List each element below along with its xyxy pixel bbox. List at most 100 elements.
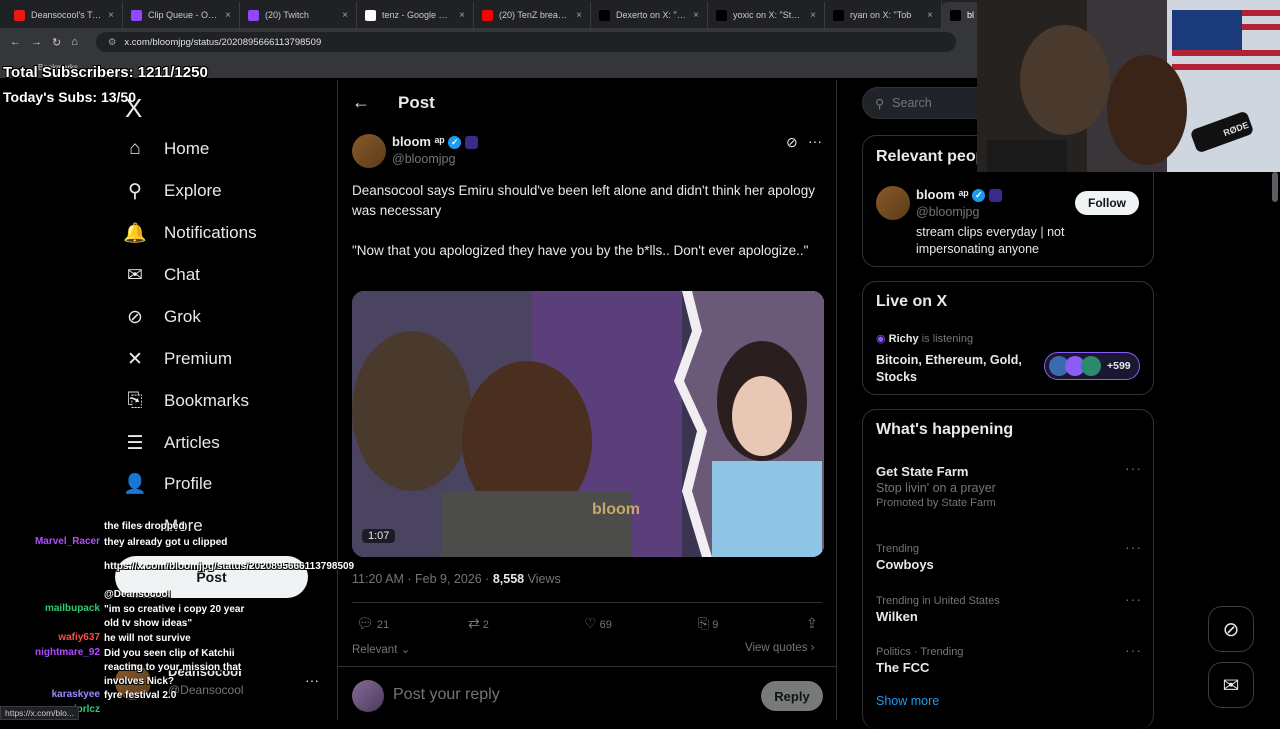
like-action[interactable]: ♡ 69 <box>584 615 612 632</box>
browser-tab[interactable]: yoxic on X: "StableR × <box>708 2 825 28</box>
action-bar: 💬︎ 21 ⇄ 2 ♡ 69 ⎘ 9 ⇪ <box>356 615 826 635</box>
back-arrow-icon[interactable]: ← <box>10 36 21 48</box>
author-handle[interactable]: @bloomjpg <box>392 152 455 166</box>
author-name[interactable]: bloom ᵃᵖ <box>392 134 445 149</box>
nav-item-notifications[interactable]: 🔔 Notifications <box>123 222 256 244</box>
nav-item-profile[interactable]: 👤 Profile <box>123 473 212 495</box>
reply-action[interactable]: 💬︎ 21 <box>356 615 389 632</box>
reply-button[interactable]: Reply <box>761 681 823 711</box>
account-more-icon[interactable]: ··· <box>305 672 319 688</box>
trend-item[interactable]: Trending in United States Wilken ··· <box>876 591 1142 624</box>
tab-close-icon[interactable]: × <box>108 10 114 21</box>
post-meta: 11:20 AM · Feb 9, 2026 · 8,558 Views <box>352 572 561 586</box>
live-topic[interactable]: Bitcoin, Ethereum, Gold, Stocks <box>876 352 1036 386</box>
tab-favicon-icon <box>716 9 727 21</box>
tab-title: ryan on X: "Tob <box>850 10 912 20</box>
trend-item[interactable]: Get State Farm Stop livin' on a prayer Pro… <box>876 460 1142 509</box>
grok-icon: ⊘ <box>127 306 143 328</box>
back-arrow-icon[interactable]: ← <box>352 92 370 113</box>
browser-tab[interactable]: tenz - Google Search × <box>357 2 474 28</box>
tab-favicon-icon <box>365 9 376 21</box>
browser-tab[interactable]: (20) Twitch × <box>240 2 357 28</box>
post-timestamp[interactable]: 11:20 AM · Feb 9, 2026 · <box>352 572 493 586</box>
follow-button[interactable]: Follow <box>1075 191 1139 215</box>
nav-item-label: Explore <box>164 181 222 200</box>
post-column: ← Post bloom ᵃᵖ ✓ @bloomjpg ⊘ ··· Deanso… <box>337 80 837 720</box>
chat-message: https://x.com/bloomjpg/status/2020895666… <box>0 560 355 574</box>
author-name-row[interactable]: bloom ᵃᵖ ✓ <box>392 134 478 150</box>
views-label: Views <box>524 572 561 586</box>
space-icon: ◉ <box>876 333 886 345</box>
x-logo-icon[interactable]: X <box>125 93 142 124</box>
live-title: Live on X <box>876 293 948 310</box>
address-bar[interactable]: ⚙ x.com/bloomjpg/status/2020895666113798… <box>95 32 956 52</box>
nav-item-articles[interactable]: ☰ Articles <box>124 432 219 454</box>
nav-item-bookmarks[interactable]: ⎘ Bookmarks <box>124 390 249 412</box>
tab-close-icon[interactable]: × <box>693 10 699 21</box>
bookmark-count: 9 <box>712 619 719 631</box>
chat-message: Marvel_Racer they already got u clipped <box>0 536 260 550</box>
reply-input[interactable]: Post your reply <box>393 686 500 704</box>
views-count: 8,558 <box>492 572 525 586</box>
post-video[interactable]: bloom 1:07 <box>352 291 824 557</box>
chat-username: Marvel_Racer <box>34 536 100 547</box>
nav-item-home[interactable]: ⌂ Home <box>124 138 209 160</box>
browser-tab[interactable]: Deansocool's Twitch × <box>6 2 123 28</box>
mail-icon[interactable]: ✉ <box>1208 662 1254 708</box>
browser-tab[interactable]: Dexerto on X: "Strea × <box>591 2 708 28</box>
trend-more-icon[interactable]: ··· <box>1125 591 1142 607</box>
nav-item-grok[interactable]: ⊘ Grok <box>124 306 201 328</box>
scrollbar-thumb[interactable] <box>1272 172 1278 202</box>
listener-avatar <box>1081 356 1101 376</box>
tab-close-icon[interactable]: × <box>225 10 231 21</box>
sort-dropdown[interactable]: Relevant ⌄ <box>352 642 410 656</box>
show-more-link[interactable]: Show more <box>876 694 939 708</box>
tab-title: Deansocool's Twitch <box>31 10 102 20</box>
reply-count: 21 <box>376 619 390 631</box>
share-icon[interactable]: ⇪ <box>806 615 818 632</box>
browser-tab[interactable]: ryan on X: "Tob × <box>825 2 942 28</box>
nav-item-premium[interactable]: ✕ Premium <box>124 348 232 370</box>
site-info-icon[interactable]: ⚙ <box>108 37 117 48</box>
browser-tab[interactable]: Clip Queue - Open × <box>123 2 240 28</box>
person-icon: 👤 <box>123 474 147 495</box>
tab-close-icon[interactable]: × <box>810 10 816 21</box>
nav-item-explore[interactable]: ⚲ Explore <box>124 180 222 202</box>
grok-icon[interactable]: ⊘ <box>1208 606 1254 652</box>
video-duration: 1:07 <box>362 529 396 543</box>
bookmark-action[interactable]: ⎘ 9 <box>698 615 718 632</box>
grok-icon[interactable]: ⊘ <box>786 134 798 151</box>
live-listeners[interactable]: +599 <box>1044 352 1140 380</box>
tab-close-icon[interactable]: × <box>576 10 582 21</box>
more-options-icon[interactable]: ··· <box>808 133 822 149</box>
author-avatar[interactable] <box>352 134 386 168</box>
relevant-name[interactable]: bloom ᵃᵖ <box>916 187 969 202</box>
reload-icon[interactable]: ↻ <box>52 36 61 49</box>
tab-close-icon[interactable]: × <box>927 10 933 21</box>
repost-action[interactable]: ⇄ 2 <box>468 615 489 632</box>
relevant-name-row[interactable]: bloom ᵃᵖ ✓ <box>916 187 1002 203</box>
trend-item[interactable]: Politics · Trending The FCC ··· <box>876 642 1142 675</box>
tab-close-icon[interactable]: × <box>459 10 465 21</box>
trend-item[interactable]: Trending Cowboys ··· <box>876 539 1142 572</box>
chat-username: nightmare_92 <box>34 647 100 658</box>
tab-close-icon[interactable]: × <box>342 10 348 21</box>
nav-item-label: Bookmarks <box>164 391 250 410</box>
relevant-avatar[interactable] <box>876 186 910 220</box>
trend-more-icon[interactable]: ··· <box>1125 460 1142 476</box>
chat-text: https://x.com/bloomjpg/status/2020895666… <box>104 561 355 572</box>
address-url: x.com/bloomjpg/status/202089566611379850… <box>124 36 322 48</box>
browser-home-icon[interactable]: ⌂ <box>71 36 78 48</box>
chat-text: @Deansocool <box>104 589 171 600</box>
trend-more-icon[interactable]: ··· <box>1125 539 1142 555</box>
nav-item-chat[interactable]: ✉ Chat <box>124 264 200 286</box>
trend-more-icon[interactable]: ··· <box>1125 642 1142 658</box>
chat-message: wafiy637 he will not survive <box>0 632 260 646</box>
view-quotes-link[interactable]: View quotes › <box>745 642 815 654</box>
webcam-feed <box>977 0 1280 172</box>
relevant-handle: @bloomjpg <box>916 205 980 219</box>
forward-arrow-icon[interactable]: → <box>31 36 42 48</box>
verified-badge-icon: ✓ <box>972 189 986 203</box>
live-host-row[interactable]: ◉ Richy is listening <box>876 332 973 345</box>
browser-tab[interactable]: (20) TenZ breaks up × <box>474 2 591 28</box>
